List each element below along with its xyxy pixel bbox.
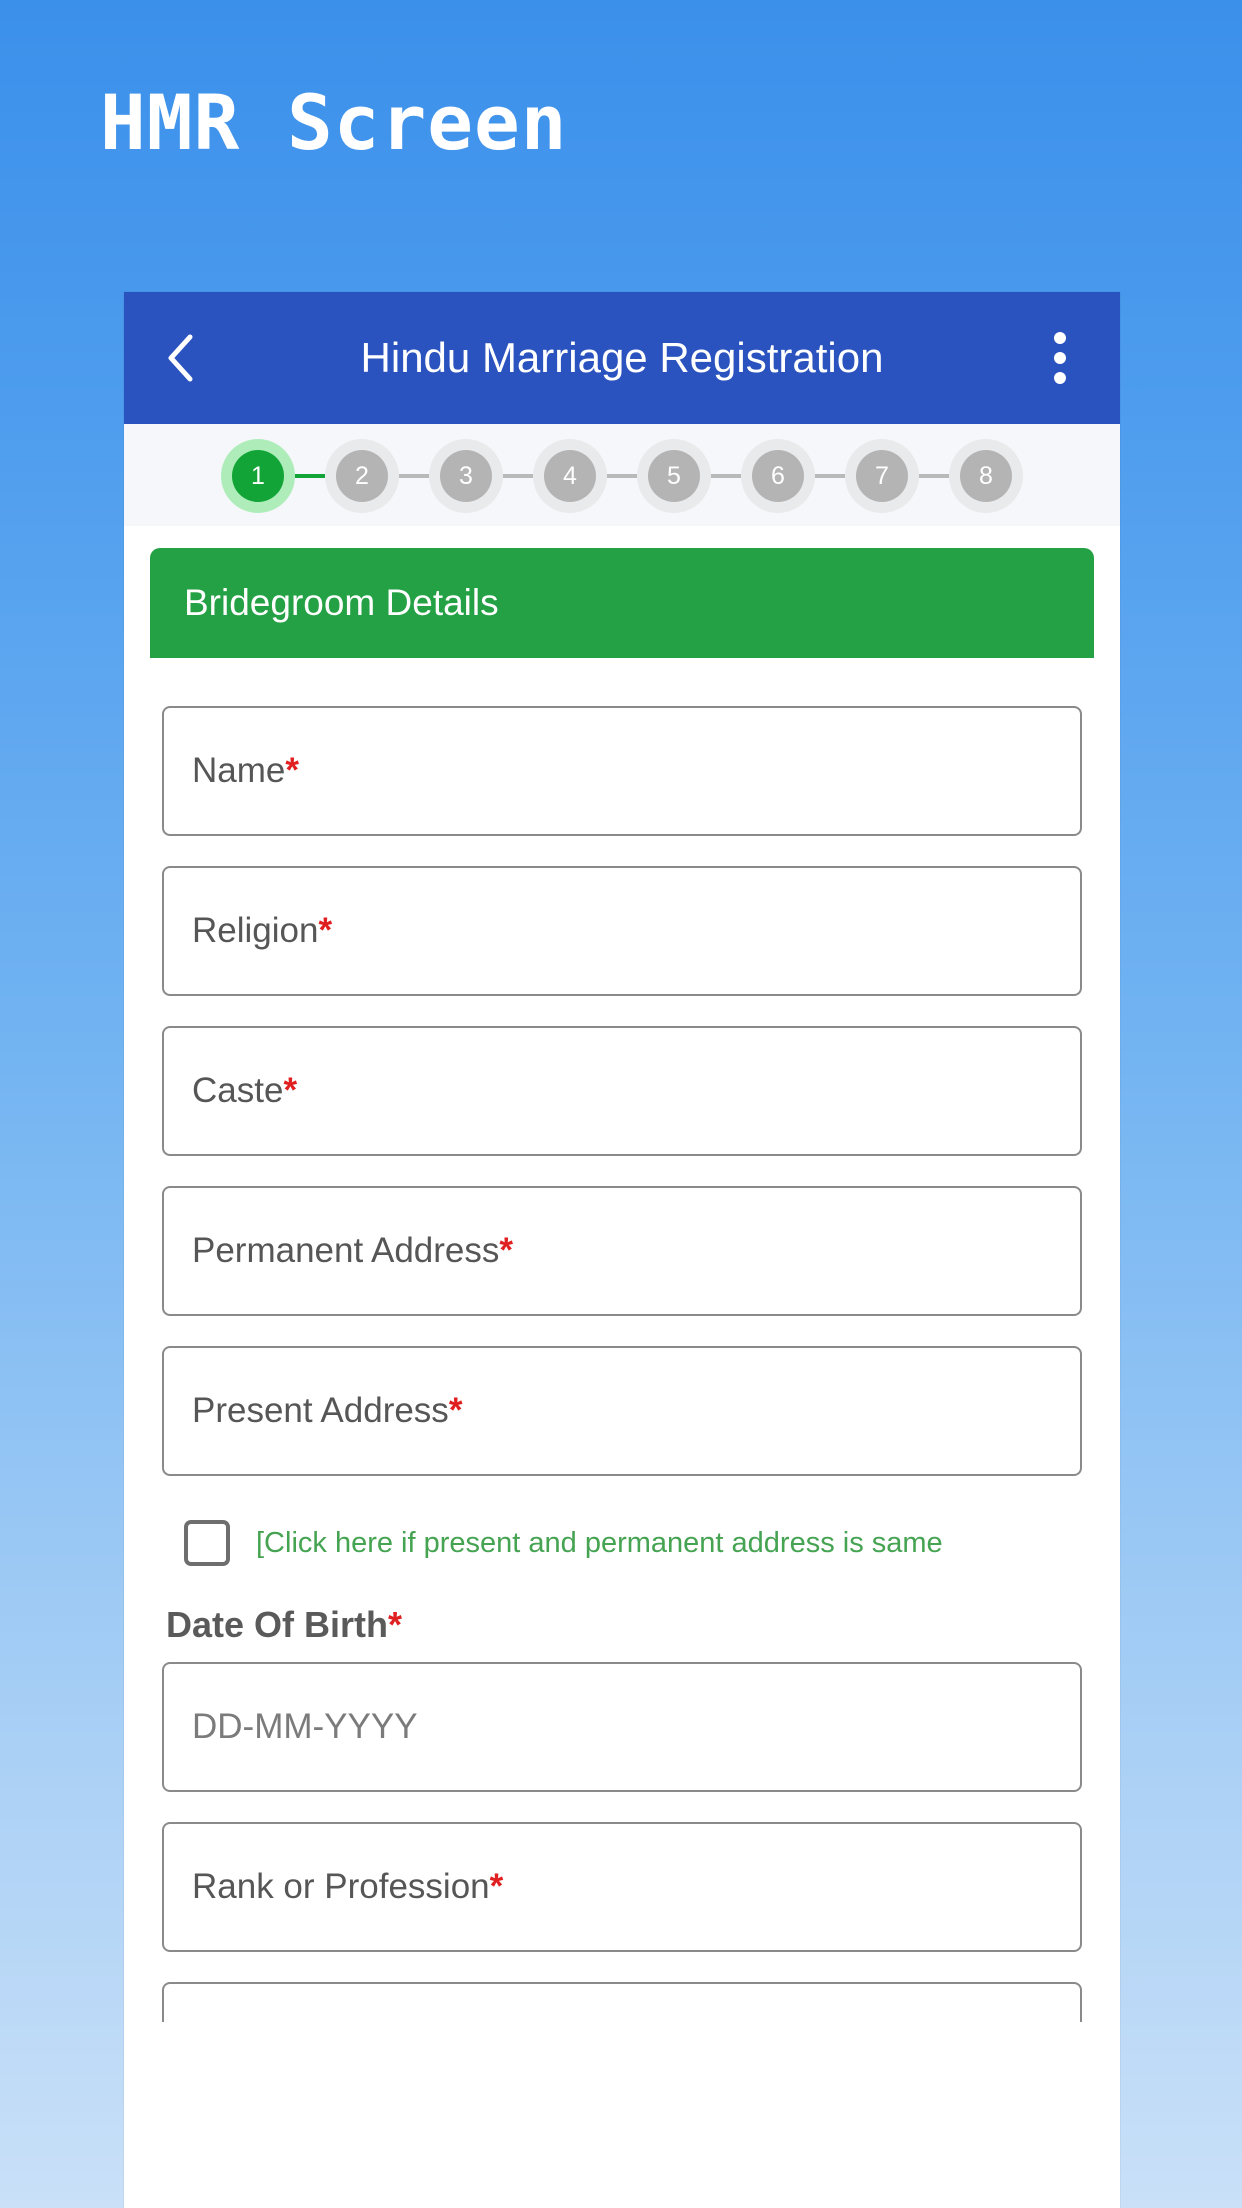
required-marker: * bbox=[499, 1231, 514, 1270]
form-sheet: Bridegroom Details Name* Religion* Caste… bbox=[124, 548, 1120, 2022]
caste-field-label: Caste* bbox=[192, 1071, 298, 1110]
name-field-label: Name* bbox=[192, 751, 299, 790]
required-marker: * bbox=[448, 1391, 463, 1430]
required-marker: * bbox=[388, 1604, 403, 1645]
bridegroom-form: Name* Religion* Caste* Permanent Address… bbox=[124, 658, 1120, 2022]
section-title: Bridegroom Details bbox=[184, 582, 499, 623]
step-label: 4 bbox=[563, 461, 577, 490]
kebab-dot bbox=[1054, 352, 1066, 364]
step-connector bbox=[503, 474, 533, 478]
step-indicator: 1 2 3 4 5 6 7 8 bbox=[124, 424, 1120, 526]
chevron-left-icon[interactable] bbox=[158, 334, 204, 382]
section-header-bridegroom-details: Bridegroom Details bbox=[150, 548, 1094, 658]
step-label: 5 bbox=[667, 461, 681, 490]
permanent-address-field[interactable]: Permanent Address* bbox=[162, 1186, 1082, 1316]
step-1[interactable]: 1 bbox=[232, 450, 284, 502]
page-title: HMR Screen bbox=[100, 78, 568, 167]
kebab-menu-icon[interactable] bbox=[1034, 326, 1086, 390]
step-connector bbox=[399, 474, 429, 478]
dob-placeholder: DD-MM-YYYY bbox=[192, 1707, 418, 1746]
dob-field[interactable]: DD-MM-YYYY bbox=[162, 1662, 1082, 1792]
step-connector bbox=[815, 474, 845, 478]
phone-screenshot-frame: Hindu Marriage Registration 1 2 3 4 5 6 … bbox=[124, 292, 1120, 2208]
app-bar-title: Hindu Marriage Registration bbox=[360, 334, 884, 381]
religion-field-label: Religion* bbox=[192, 911, 333, 950]
step-connector bbox=[607, 474, 637, 478]
rank-or-profession-field[interactable]: Rank or Profession* bbox=[162, 1822, 1082, 1952]
caste-field[interactable]: Caste* bbox=[162, 1026, 1082, 1156]
step-label: 7 bbox=[875, 461, 889, 490]
step-2[interactable]: 2 bbox=[336, 450, 388, 502]
required-marker: * bbox=[283, 1071, 298, 1110]
rank-or-profession-label: Rank or Profession* bbox=[192, 1867, 504, 1906]
app-bar: Hindu Marriage Registration bbox=[124, 292, 1120, 424]
step-label: 2 bbox=[355, 461, 369, 490]
step-label: 8 bbox=[979, 461, 993, 490]
step-4[interactable]: 4 bbox=[544, 450, 596, 502]
step-label: 3 bbox=[459, 461, 473, 490]
step-3[interactable]: 3 bbox=[440, 450, 492, 502]
same-address-row[interactable]: [Click here if present and permanent add… bbox=[162, 1520, 1082, 1566]
step-8[interactable]: 8 bbox=[960, 450, 1012, 502]
kebab-dot bbox=[1054, 332, 1066, 344]
step-connector bbox=[295, 474, 325, 478]
present-address-field-label: Present Address* bbox=[192, 1391, 463, 1430]
same-address-checkbox[interactable] bbox=[184, 1520, 230, 1566]
required-marker: * bbox=[318, 911, 333, 950]
step-connector bbox=[711, 474, 741, 478]
step-label: 6 bbox=[771, 461, 785, 490]
required-marker: * bbox=[285, 751, 299, 790]
permanent-address-field-label: Permanent Address* bbox=[192, 1231, 514, 1270]
next-field-partial[interactable] bbox=[162, 1982, 1082, 2022]
step-6[interactable]: 6 bbox=[752, 450, 804, 502]
present-address-field[interactable]: Present Address* bbox=[162, 1346, 1082, 1476]
name-field[interactable]: Name* bbox=[162, 706, 1082, 836]
kebab-dot bbox=[1054, 372, 1066, 384]
step-7[interactable]: 7 bbox=[856, 450, 908, 502]
required-marker: * bbox=[489, 1867, 504, 1906]
religion-field[interactable]: Religion* bbox=[162, 866, 1082, 996]
step-5[interactable]: 5 bbox=[648, 450, 700, 502]
dob-label: Date Of Birth* bbox=[166, 1604, 403, 1645]
step-label: 1 bbox=[251, 461, 265, 490]
same-address-label: [Click here if present and permanent add… bbox=[256, 1526, 943, 1559]
step-connector bbox=[919, 474, 949, 478]
